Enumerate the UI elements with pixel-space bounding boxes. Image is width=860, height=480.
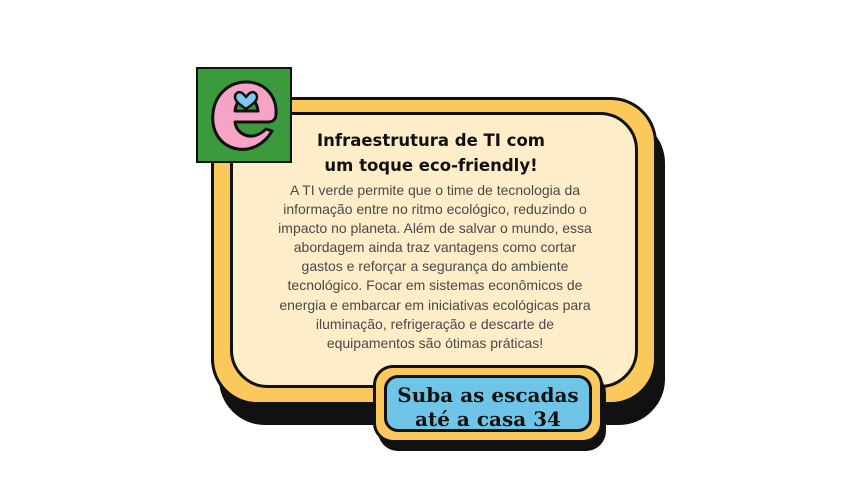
body-line: abordagem ainda traz vantagens como cort… xyxy=(293,239,577,256)
body-line: informação entre no ritmo ecológico, red… xyxy=(283,201,587,218)
badge-line-2: até a casa 34 xyxy=(415,407,561,431)
letter-e-heart-graphic xyxy=(211,80,278,151)
body-line: tecnológico. Focar em sistemas econômico… xyxy=(287,277,583,294)
body-line: A TI verde permite que o time de tecnolo… xyxy=(289,182,581,198)
card-title-line-2: um toque eco-friendly! xyxy=(324,156,538,175)
body-line: gastos e reforçar a segurança do ambient… xyxy=(301,258,569,275)
location-badge-text: Suba as escadas até a casa 34 xyxy=(387,383,589,431)
location-badge-panel: Suba as escadas até a casa 34 xyxy=(384,375,592,432)
card-title: Infraestrutura de TI com um toque eco-fr… xyxy=(290,128,572,178)
card-body-text: A TI verde permite que o time de tecnolo… xyxy=(246,181,624,353)
body-line: impacto no planeta. Além de salvar o mun… xyxy=(278,220,592,237)
body-line: equipamentos são ótimas práticas! xyxy=(326,334,544,351)
body-line: energia e embarcar em iniciativas ecológ… xyxy=(279,296,591,313)
card-title-line-1: Infraestrutura de TI com xyxy=(317,131,545,150)
info-card-graphic: Infraestrutura de TI com um toque eco-fr… xyxy=(0,0,860,480)
badge-line-1: Suba as escadas xyxy=(397,383,579,407)
letter-e-heart-icon xyxy=(196,67,292,163)
body-line: iluminação, refrigeração e descarte de xyxy=(315,315,555,332)
location-badge: Suba as escadas até a casa 34 xyxy=(373,365,603,443)
